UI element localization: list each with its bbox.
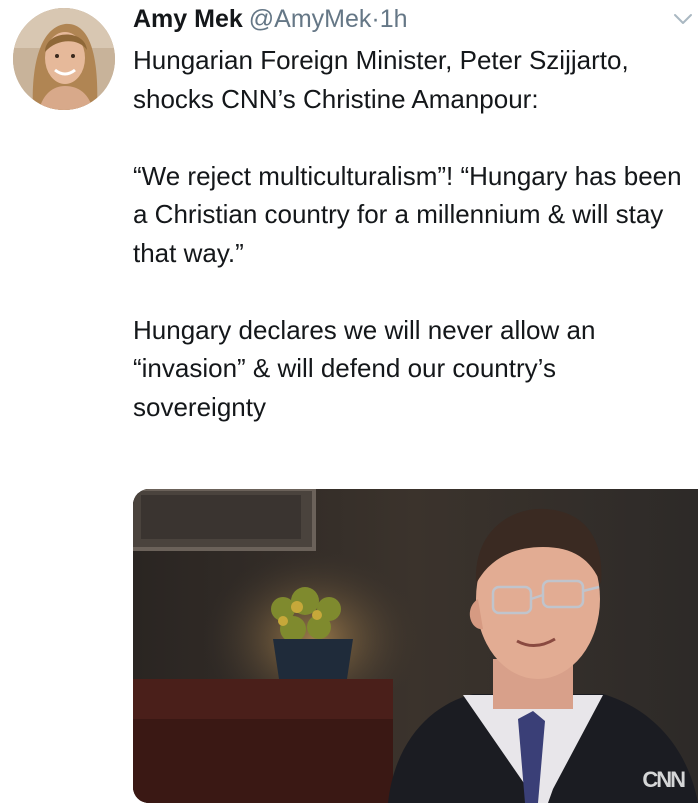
author-handle[interactable]: @AmyMek: [249, 5, 372, 33]
cnn-watermark: CNN: [642, 767, 686, 792]
chevron-down-icon[interactable]: [672, 8, 694, 30]
tweet-paragraph: “We reject multiculturalism”! “Hungary h…: [133, 160, 682, 268]
author-name[interactable]: Amy Mek: [133, 5, 243, 33]
tweet: Amy Mek @AmyMek·1h Hungarian Foreign Mini…: [0, 0, 698, 803]
tweet-header: Amy Mek @AmyMek·1h: [133, 4, 408, 34]
media-image: [133, 489, 698, 803]
tweet-media[interactable]: CNN: [133, 489, 698, 803]
tweet-text: Hungarian Foreign Minister, Peter Szijja…: [133, 41, 688, 426]
avatar[interactable]: [13, 8, 115, 110]
separator-dot: ·: [371, 5, 380, 33]
tweet-paragraph: Hungary declares we will never allow an …: [133, 314, 596, 422]
timestamp[interactable]: 1h: [380, 5, 408, 33]
tweet-paragraph: Hungarian Foreign Minister, Peter Szijja…: [133, 45, 629, 114]
